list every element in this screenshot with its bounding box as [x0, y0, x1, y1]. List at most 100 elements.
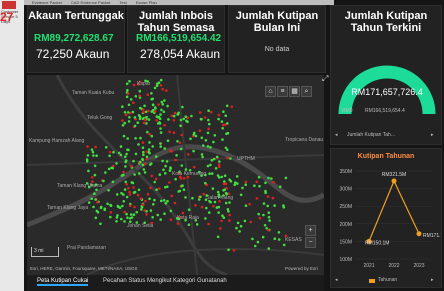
zoom-in-button[interactable]: + — [305, 225, 316, 236]
map-point — [116, 214, 119, 217]
map-point — [179, 147, 183, 151]
gauge-value: RM171,657,726.4 — [351, 87, 423, 97]
map-point — [150, 162, 153, 165]
map-point — [119, 145, 123, 148]
map-point — [224, 114, 227, 117]
gauge-title: Jumlah Kutipan Tahun Terkini — [344, 10, 428, 34]
map-label: Taman Klang Utama — [57, 183, 103, 189]
map-point — [143, 104, 146, 108]
map-point — [267, 215, 271, 219]
map-point — [261, 235, 265, 239]
map-point — [180, 184, 184, 188]
map-point — [204, 181, 207, 185]
search-icon[interactable]: ⌕ — [301, 86, 312, 97]
map-point — [169, 209, 173, 213]
gauge-selector[interactable]: ◂ Jumlah Kutipan Tah... ▸ — [335, 130, 439, 142]
map-point — [234, 181, 237, 184]
map-label: Kota Kemuning — [172, 171, 207, 177]
map-point — [141, 203, 145, 206]
map-point — [256, 240, 260, 244]
map-point — [99, 206, 103, 210]
prev-arrow-icon[interactable]: ◂ — [335, 132, 338, 138]
map-point — [262, 213, 265, 217]
map-view[interactable]: Taman Kuala Kubu Kampung Hamzah Alang Ta… — [27, 75, 324, 275]
map-point — [136, 121, 140, 124]
map-point — [243, 219, 247, 223]
data-point[interactable] — [391, 178, 397, 184]
map-point — [125, 195, 129, 199]
data-label: RM171.7M — [423, 233, 441, 239]
map-point — [138, 94, 141, 98]
map-point — [186, 120, 189, 124]
map-point — [239, 224, 243, 228]
map-point — [178, 141, 182, 145]
map-point — [170, 150, 173, 153]
map-point — [87, 201, 91, 204]
map-point — [224, 201, 228, 205]
map-point — [189, 137, 192, 141]
map-point — [216, 235, 220, 239]
zoom-out-button[interactable]: − — [305, 237, 316, 248]
next-arrow-icon[interactable]: ▸ — [431, 277, 434, 283]
data-point[interactable] — [416, 231, 422, 237]
map-point — [213, 134, 217, 137]
layers-icon[interactable]: ▦ — [289, 86, 300, 97]
map-point — [160, 108, 163, 112]
chart-title: Kutipan Tahunan — [357, 153, 415, 160]
y-tick-label: 250M — [339, 204, 352, 210]
map-point — [160, 100, 164, 104]
map-point — [159, 145, 162, 148]
map-point — [200, 205, 204, 209]
map-point — [103, 208, 106, 212]
map-point — [145, 157, 148, 161]
prev-arrow-icon[interactable]: ◂ — [335, 277, 338, 283]
map-point — [182, 177, 186, 180]
map-point — [153, 198, 156, 202]
map-point — [143, 162, 147, 166]
y-tick-label: 100M — [339, 257, 352, 263]
map-point — [187, 208, 191, 211]
map-point — [147, 148, 151, 151]
tab-land-use-status[interactable]: Pecahan Status Mengikut Kategori Gunatan… — [103, 278, 227, 284]
map-point — [173, 201, 177, 205]
map-point — [121, 105, 124, 108]
map-point — [265, 227, 268, 230]
map-point — [155, 119, 158, 122]
map-point — [127, 120, 131, 123]
map-point — [158, 122, 162, 125]
map-point — [92, 154, 95, 157]
gauge-card: Jumlah Kutipan Tahun Terkini RM171,657,7… — [330, 5, 442, 145]
map-point — [143, 171, 147, 174]
map-point — [172, 114, 176, 118]
tab-tax-collection-map[interactable]: Peta Kutipan Cukai — [37, 278, 89, 286]
map-point — [124, 180, 127, 184]
expand-icon[interactable]: ⤢ — [322, 74, 332, 84]
map-point — [108, 150, 112, 154]
map-point — [141, 163, 145, 167]
map-point — [204, 217, 207, 220]
map-point — [126, 92, 130, 95]
map-point — [221, 214, 224, 217]
home-icon[interactable]: ⌂ — [265, 86, 276, 97]
map-point — [151, 97, 154, 101]
legend-icon[interactable]: ≡ — [277, 86, 288, 97]
kpi-card-outstanding: Akaun Tertunggak RM89,272,628.67 72,250 … — [27, 5, 125, 73]
map-point — [158, 187, 161, 190]
map-point — [163, 212, 166, 215]
map-point — [123, 220, 126, 223]
map-point — [190, 114, 193, 118]
map-point — [159, 218, 162, 221]
kpi-card-monthly: Jumlah Kutipan Bulan Ini No data — [228, 5, 326, 73]
map-point — [155, 188, 158, 191]
map-point — [164, 164, 167, 168]
map-point — [120, 191, 123, 195]
powered-by-label: Powered by Esri — [285, 266, 318, 271]
map-point — [158, 173, 162, 176]
map-point — [152, 203, 155, 206]
map-point — [93, 192, 96, 195]
map-point — [127, 186, 130, 190]
next-arrow-icon[interactable]: ▸ — [431, 132, 434, 138]
map-point — [207, 222, 210, 226]
map-point — [248, 202, 251, 206]
map-point — [159, 113, 162, 116]
